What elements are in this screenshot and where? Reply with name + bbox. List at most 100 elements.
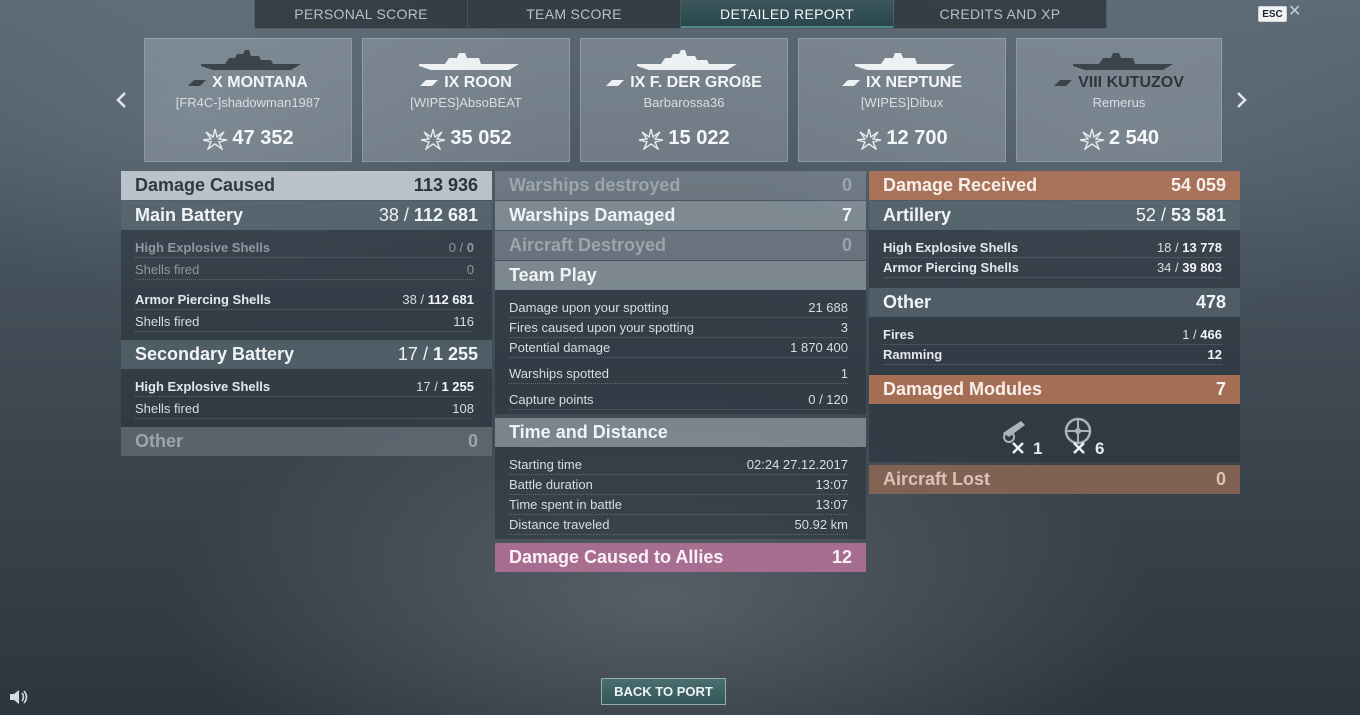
- starting-time-value: 02:24 27.12.2017: [746, 457, 848, 472]
- damage-caused-header: Damage Caused 113 936: [121, 171, 492, 200]
- main-he-fired-row: Shells fired 0: [135, 260, 474, 280]
- warships-destroyed-label: Warships destroyed: [509, 175, 681, 195]
- potential-damage-label: Potential damage: [509, 340, 611, 355]
- battleship-silhouette-icon: [637, 50, 737, 70]
- battleship-class-icon: [606, 80, 625, 86]
- main-battery-hits: 38 /: [378, 205, 414, 225]
- main-ap-fired-row: Shells fired 116: [135, 312, 474, 332]
- ship-name: X MONTANA: [212, 74, 308, 91]
- damage-received-value: 54 059: [1170, 175, 1226, 195]
- secondary-fired-label: Shells fired: [135, 401, 200, 416]
- cruiser-class-icon: [1054, 80, 1073, 86]
- warships-spotted-row: Warships spotted 1: [509, 364, 848, 384]
- damage-received-label: Damage Received: [883, 175, 1038, 195]
- player-card[interactable]: IX F. DER GROßE Barbarossa36 15 022: [580, 38, 788, 162]
- tab-personal-score[interactable]: PERSONAL SCORE: [255, 0, 468, 28]
- close-icon[interactable]: ✕: [1288, 4, 1302, 20]
- player-score: 35 052: [450, 127, 512, 149]
- spotting-fires-row: Fires caused upon your spotting 3: [509, 318, 848, 338]
- received-he-label: High Explosive Shells: [883, 240, 1019, 255]
- secondary-he-row: High Explosive Shells 17 / 1 255: [135, 377, 474, 397]
- time-spent-row: Time spent in battle 13:07: [509, 495, 848, 515]
- other-damage-label: Other: [135, 431, 184, 451]
- time-distance-label: Time and Distance: [509, 422, 668, 442]
- aircraft-lost-header: Aircraft Lost 0: [869, 465, 1240, 494]
- damaged-modules-value: 7: [1215, 379, 1226, 399]
- warships-spotted-value: 1: [840, 366, 848, 381]
- aircraft-destroyed-header: Aircraft Destroyed 0: [495, 231, 866, 260]
- player-score: 47 352: [232, 127, 294, 149]
- damage-burst-icon: [857, 128, 882, 150]
- main-ap-shells-row: Armor Piercing Shells 38 / 112 681: [135, 290, 474, 310]
- received-other-value: 478: [1195, 292, 1226, 312]
- aircraft-destroyed-label: Aircraft Destroyed: [509, 235, 667, 255]
- damage-burst-icon: [639, 128, 664, 150]
- battleship-class-icon: [188, 80, 207, 86]
- main-ap-damage: 112 681: [427, 292, 474, 307]
- ship-name: IX NEPTUNE: [865, 74, 962, 91]
- player-card[interactable]: VIII KUTUZOV Remerus 2 540: [1016, 38, 1222, 162]
- received-fires-label: Fires: [883, 327, 915, 342]
- back-to-port-button[interactable]: BACK TO PORT: [601, 678, 726, 705]
- spotting-damage-value: 21 688: [808, 300, 848, 315]
- secondary-battery-label: Secondary Battery: [135, 344, 295, 364]
- main-battery-label: Main Battery: [135, 205, 244, 225]
- gun-module-icon: [1003, 421, 1025, 454]
- main-he-damage: 0: [466, 240, 474, 255]
- tab-team-score[interactable]: TEAM SCORE: [468, 0, 681, 28]
- cruiser-class-icon: [420, 80, 439, 86]
- main-he-shells-row: High Explosive Shells 0 / 0: [135, 238, 474, 258]
- battle-duration-value: 13:07: [815, 477, 848, 492]
- potential-damage-row: Potential damage 1 870 400: [509, 338, 848, 358]
- player-card[interactable]: X MONTANA [FR4C-]shadowman1987 47 352: [144, 38, 352, 162]
- arrow-left-icon[interactable]: [111, 86, 131, 114]
- received-ramming-label: Ramming: [883, 347, 943, 362]
- player-name: [FR4C-]shadowman1987: [175, 95, 321, 110]
- team-play-label: Team Play: [509, 265, 597, 285]
- received-he-hits: 18 /: [1156, 240, 1183, 255]
- secondary-he-damage: 1 255: [441, 379, 474, 394]
- player-name: [WIPES]AbsoBEAT: [410, 95, 522, 110]
- main-ap-label: Armor Piercing Shells: [135, 292, 271, 307]
- cruiser-class-icon: [841, 80, 860, 86]
- received-ramming-row: Ramming 12: [883, 345, 1222, 365]
- spotting-fires-value: 3: [840, 320, 848, 335]
- player-card[interactable]: IX NEPTUNE [WIPES]Dibux 12 700: [798, 38, 1006, 162]
- distance-traveled-row: Distance traveled 50.92 km: [509, 515, 848, 535]
- secondary-fired-value: 108: [452, 401, 474, 416]
- damage-caused-label: Damage Caused: [135, 175, 276, 195]
- tab-detailed-report[interactable]: DETAILED REPORT: [681, 0, 894, 28]
- capture-points-label: Capture points: [509, 392, 594, 407]
- esc-key-badge[interactable]: ESC: [1258, 6, 1287, 22]
- received-other-label: Other: [883, 292, 932, 312]
- player-score: 15 022: [668, 127, 730, 149]
- ship-name: IX ROON: [444, 74, 512, 91]
- player-card[interactable]: IX ROON [WIPES]AbsoBEAT 35 052: [362, 38, 570, 162]
- warships-spotted-label: Warships spotted: [509, 366, 609, 381]
- arrow-right-icon[interactable]: [1232, 86, 1252, 114]
- player-score: 12 700: [886, 127, 948, 149]
- module-gun-item: 1: [999, 415, 1047, 459]
- ship-name: IX F. DER GROßE: [630, 74, 762, 91]
- spotting-damage-row: Damage upon your spotting 21 688: [509, 298, 848, 318]
- spotting-fires-label: Fires caused upon your spotting: [509, 320, 694, 335]
- potential-damage-value: 1 870 400: [790, 340, 848, 355]
- main-ap-fired-label: Shells fired: [135, 314, 200, 329]
- aircraft-lost-label: Aircraft Lost: [883, 469, 991, 489]
- damage-burst-icon: [203, 128, 228, 150]
- player-name: Remerus: [1092, 95, 1146, 110]
- received-fires-damage: 466: [1200, 327, 1222, 342]
- player-name: Barbarossa36: [643, 95, 725, 110]
- player-score: 2 540: [1108, 127, 1160, 149]
- tab-credits-and-xp[interactable]: CREDITS AND XP: [894, 0, 1106, 28]
- capture-points-value: 0 / 120: [808, 392, 848, 407]
- received-ap-row: Armor Piercing Shells 34 / 39 803: [883, 258, 1222, 278]
- battle-duration-label: Battle duration: [509, 477, 593, 492]
- warships-damaged-header: Warships Damaged 7: [495, 201, 866, 230]
- speaker-icon[interactable]: [8, 688, 30, 706]
- spotting-damage-label: Damage upon your spotting: [509, 300, 669, 315]
- damage-burst-icon: [421, 128, 446, 150]
- capture-points-row: Capture points 0 / 120: [509, 390, 848, 410]
- artillery-hits: 52 /: [1135, 205, 1171, 225]
- other-damage-header: Other 0: [121, 427, 492, 456]
